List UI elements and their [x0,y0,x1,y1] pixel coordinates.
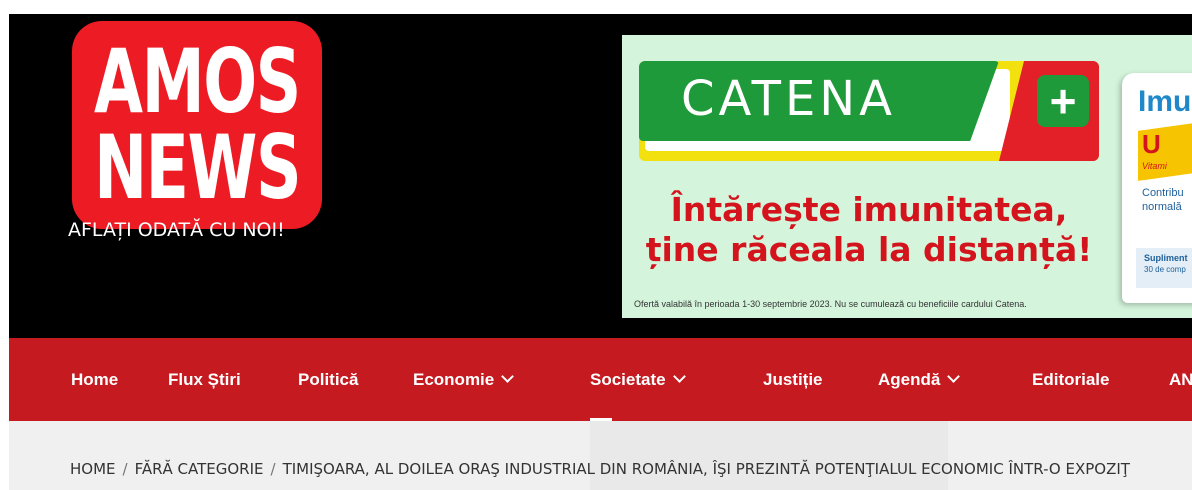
breadcrumb-category[interactable]: FĂRĂ CATEGORIE [135,460,264,478]
ad-product-title: Imu [1138,85,1192,118]
ad-product-supp: Supliment [1144,253,1188,263]
logo-line-2: NEWS [93,116,302,219]
nav-item-editoriale[interactable]: Editoriale [1032,370,1109,390]
ad-headline-line-2: ține răceala la distanță! [645,230,1093,269]
breadcrumb-current: TIMIŞOARA, AL DOILEA ORAŞ INDUSTRIAL DIN… [282,460,1130,478]
chevron-down-icon [672,370,686,383]
nav-item-flux-stiri[interactable]: Flux Știri [168,370,241,390]
ad-headline: Întărește imunitatea, ține răceala la di… [639,190,1099,270]
site-logo[interactable]: AMOS NEWS [72,21,322,229]
breadcrumb-separator: / [122,460,128,478]
nav-item-home[interactable]: Home [71,370,118,390]
breadcrumb: HOME / FĂRĂ CATEGORIE / TIMIŞOARA, AL DOILEA… [70,460,1130,478]
nav-item-justitie[interactable]: Justiție [763,370,823,390]
ad-product-text-2: normală [1142,201,1182,213]
nav-item-an[interactable]: AN [1169,370,1192,390]
ad-banner[interactable]: CATENA + Întărește imunitatea, ține răce… [622,35,1192,318]
ad-product-small: Vitami [1142,161,1167,171]
breadcrumb-separator: / [270,460,276,478]
ad-fine-print: Ofertă valabilă în perioada 1-30 septemb… [634,299,1027,309]
chevron-down-icon [947,370,961,383]
ad-headline-line-1: Întărește imunitatea, [670,190,1068,229]
nav-item-societate[interactable]: Societate [590,370,686,390]
logo-line-1: AMOS [94,30,301,133]
site-tagline: AFLAȚI ODATĂ CU NOI! [68,219,285,241]
ad-product-sub: U [1142,129,1161,159]
main-nav: Home Flux Știri Politică Economie Societ… [9,338,1192,421]
nav-item-politica[interactable]: Politică [298,370,358,390]
nav-item-agenda[interactable]: Agendă [878,370,961,390]
ad-brand-name: CATENA [681,71,897,127]
nav-active-indicator [590,418,612,421]
ad-product-supp-2: 30 de comp [1144,265,1186,274]
pharmacy-plus-icon: + [1037,75,1089,127]
ad-product-text-1: Contribu [1142,187,1184,199]
ad-product-box: Imu U Vitami Contribu normală Supliment … [1122,73,1192,303]
dropdown-hover-area [590,421,948,490]
ad-brand-logo: CATENA + [639,61,1099,161]
breadcrumb-home[interactable]: HOME [70,460,116,478]
chevron-down-icon [501,370,515,383]
site-header: AMOS NEWS AFLAȚI ODATĂ CU NOI! CATENA + … [9,14,1192,338]
nav-item-economie[interactable]: Economie [413,370,515,390]
